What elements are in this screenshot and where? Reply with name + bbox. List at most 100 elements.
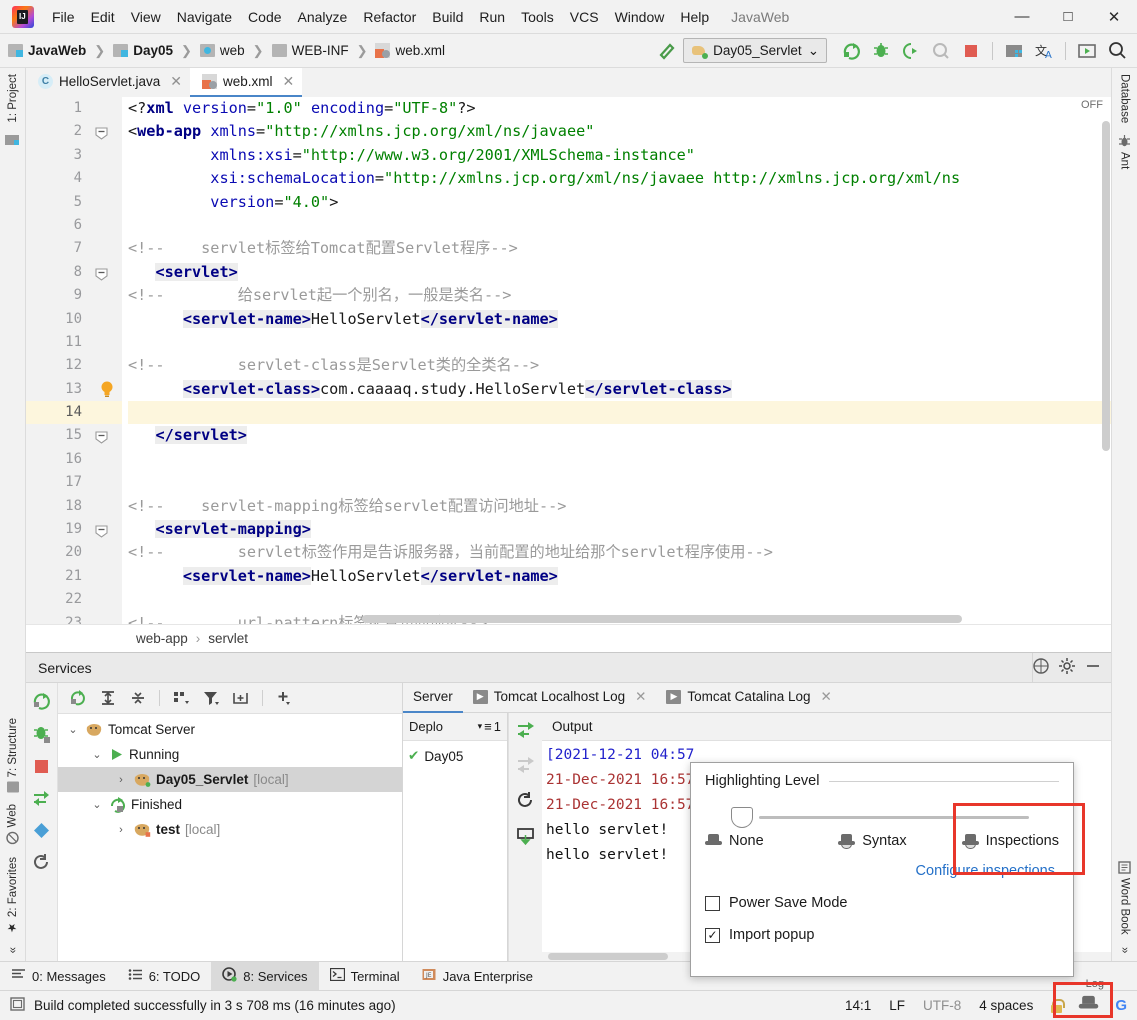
code-line[interactable]: <servlet-class>com.caaaaq.study.HelloSer…: [128, 378, 1111, 401]
editor-horizontal-scrollbar[interactable]: [122, 615, 1099, 624]
code-line[interactable]: </servlet>: [128, 424, 1111, 447]
code-line[interactable]: <!-- servlet-class是Servlet类的全类名-->: [128, 354, 1111, 377]
sidebar-item-ant[interactable]: Ant: [1118, 129, 1131, 175]
level-option-inspections[interactable]: Inspections: [961, 833, 1059, 849]
configure-inspections-link[interactable]: Configure inspections: [705, 863, 1059, 879]
bottom-tab-terminal[interactable]: Terminal: [319, 962, 411, 991]
menu-build[interactable]: Build: [424, 6, 471, 28]
run-configuration-selector[interactable]: Day05_Servlet ⌄: [683, 38, 827, 63]
build-hammer-icon[interactable]: [653, 38, 681, 64]
intention-bulb-icon[interactable]: [100, 381, 114, 397]
code-line[interactable]: <servlet-name>HelloServlet</servlet-name…: [128, 308, 1111, 331]
sidebar-item-project[interactable]: 1: Project: [7, 68, 19, 129]
help-icon[interactable]: [1033, 658, 1049, 677]
close-button[interactable]: ✕: [1091, 0, 1137, 33]
code-line[interactable]: <!-- servlet标签给Tomcat配置Servlet程序-->: [128, 237, 1111, 260]
close-icon[interactable]: ✕: [635, 689, 646, 705]
tab-server[interactable]: Server: [403, 683, 463, 713]
line-separator[interactable]: LF: [889, 998, 905, 1013]
diamond-icon[interactable]: [33, 822, 50, 842]
code-line[interactable]: version="4.0">: [128, 191, 1111, 214]
power-save-mode-row[interactable]: Power Save Mode: [705, 895, 1059, 911]
debug-icon[interactable]: [867, 38, 895, 64]
code-line[interactable]: <?xml version="1.0" encoding="UTF-8"?>: [128, 97, 1111, 120]
indent-setting[interactable]: 4 spaces: [979, 998, 1033, 1013]
highlighting-level-slider[interactable]: [709, 807, 1055, 829]
slider-track[interactable]: [759, 816, 1029, 819]
stop-icon[interactable]: [957, 38, 985, 64]
bottom-tab-java-enterprise[interactable]: JE Java Enterprise: [411, 962, 544, 991]
list-item[interactable]: ✔ Day05: [403, 745, 507, 767]
tree-row[interactable]: ⌄ Tomcat Server: [58, 717, 402, 742]
fold-marker-icon[interactable]: [95, 266, 108, 281]
import-popup-checkbox[interactable]: ✓: [705, 927, 720, 943]
menu-code[interactable]: Code: [240, 6, 289, 28]
chevron-down-icon[interactable]: ⌄: [90, 748, 104, 761]
menu-tools[interactable]: Tools: [513, 6, 562, 28]
code-line[interactable]: <servlet>: [128, 261, 1111, 284]
add-tab-icon[interactable]: [229, 686, 253, 710]
code-line[interactable]: <servlet-name>HelloServlet</servlet-name…: [128, 565, 1111, 588]
chevron-right-icon[interactable]: ›: [114, 824, 128, 836]
menu-help[interactable]: Help: [672, 6, 717, 28]
group-by-icon[interactable]: [169, 686, 193, 710]
lock-icon[interactable]: [1051, 998, 1066, 1013]
code-line[interactable]: xsi:schemaLocation="http://xmlns.jcp.org…: [128, 167, 1111, 190]
download-icon[interactable]: [516, 827, 535, 849]
tab-tomcat-catalina-log[interactable]: ▶ Tomcat Catalina Log ✕: [656, 683, 841, 713]
menu-view[interactable]: View: [123, 6, 169, 28]
menu-edit[interactable]: Edit: [83, 6, 123, 28]
minimize-button[interactable]: —: [999, 0, 1045, 33]
refresh-icon[interactable]: [32, 853, 51, 875]
refresh-icon[interactable]: [516, 791, 535, 813]
code-line[interactable]: <!-- servlet-mapping标签给servlet配置访问地址-->: [128, 495, 1111, 518]
gear-icon[interactable]: [1059, 658, 1075, 677]
tab-web-xml[interactable]: web.xml ✕: [190, 68, 303, 97]
chevron-down-icon[interactable]: ⌄: [66, 723, 80, 736]
chevron-down-icon[interactable]: ⌄: [90, 798, 104, 811]
code-editor[interactable]: OFF 1 2 3 4 5 6 7 8 9 10 11 12 13 14 15 16 17 18 19 20 21 22 2…: [26, 97, 1111, 624]
tab-helloservlet-java[interactable]: C HelloServlet.java ✕: [26, 68, 190, 97]
project-structure-icon[interactable]: [1000, 38, 1028, 64]
breadcrumb-item-webinf[interactable]: WEB-INF: [292, 43, 349, 58]
tree-row[interactable]: › Day05_Servlet [local]: [58, 767, 402, 792]
code-line[interactable]: <servlet-mapping>: [128, 518, 1111, 541]
services-tree[interactable]: ⌄ Tomcat Server ⌄ Running › Day05_Servlet [loc…: [58, 714, 402, 961]
sidebar-item-word-book[interactable]: Word Book: [1118, 855, 1131, 941]
run-icon[interactable]: [837, 38, 865, 64]
editor-vertical-scrollbar[interactable]: [1101, 115, 1111, 624]
code-line[interactable]: [128, 471, 1111, 494]
chevron-right-icon[interactable]: ›: [114, 774, 128, 786]
deploy-arrows-icon[interactable]: [32, 789, 51, 811]
fold-marker-icon[interactable]: [95, 429, 108, 445]
chevron-down-icon[interactable]: ▾: [478, 721, 483, 732]
tab-tomcat-localhost-log[interactable]: ▶ Tomcat Localhost Log ✕: [463, 683, 657, 713]
tree-row[interactable]: ⌄ Running: [58, 742, 402, 767]
code-line[interactable]: [128, 214, 1111, 237]
power-save-mode-checkbox[interactable]: [705, 895, 720, 911]
deployment-header[interactable]: Deplo ▾ ≡ 1: [403, 713, 507, 741]
level-option-none[interactable]: None: [705, 833, 838, 849]
sidebar-item-web[interactable]: Web: [6, 798, 19, 850]
fold-marker-icon[interactable]: [95, 523, 108, 538]
close-icon[interactable]: ✕: [170, 73, 182, 90]
tree-row[interactable]: › test [local]: [58, 817, 402, 842]
code-line[interactable]: <!-- 给servlet起一个别名，一般是类名-->: [128, 284, 1111, 307]
menu-navigate[interactable]: Navigate: [169, 6, 240, 28]
level-option-syntax[interactable]: Syntax: [838, 833, 961, 849]
close-icon[interactable]: ✕: [821, 689, 832, 705]
open-in-browser-icon[interactable]: [1073, 38, 1101, 64]
code-line[interactable]: [128, 448, 1111, 471]
debug-icon[interactable]: [32, 725, 51, 747]
code-line[interactable]: <!-- servlet标签作用是告诉服务器，当前配置的地址给那个servlet…: [128, 541, 1111, 564]
sidebar-item-database[interactable]: Database: [1119, 68, 1131, 129]
stop-icon[interactable]: [33, 758, 50, 778]
import-popup-row[interactable]: ✓ Import popup: [705, 927, 1059, 943]
breadcrumb-webapp[interactable]: web-app: [136, 631, 188, 646]
code-line[interactable]: <web-app xmlns="http://xmlns.jcp.org/xml…: [128, 120, 1111, 143]
expand-all-icon[interactable]: [96, 686, 120, 710]
left-strip-more-icon[interactable]: »: [7, 941, 19, 961]
breadcrumb-item-web[interactable]: web: [220, 43, 245, 58]
rerun-icon[interactable]: [66, 686, 90, 710]
hide-icon[interactable]: [1085, 658, 1101, 677]
